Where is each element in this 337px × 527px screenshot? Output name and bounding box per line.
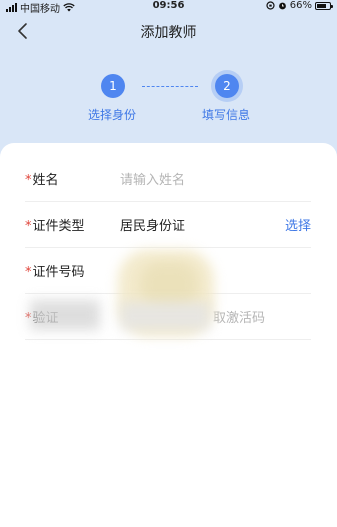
step-connector [142, 86, 198, 87]
page-title: 添加教师 [140, 25, 197, 41]
alarm-icon [278, 2, 286, 10]
id-type-label: *证件类型 [25, 219, 85, 234]
id-type-row[interactable]: *证件类型 居民身份证 选择 [25, 201, 311, 248]
battery-percent: 66% [289, 0, 312, 11]
step-indicator: 1 2 选择身份 填写信息 [0, 74, 337, 134]
required-mark: * [25, 265, 32, 280]
privacy-mask [120, 302, 210, 330]
step-2-circle: 2 [215, 74, 239, 98]
rotation-lock-icon [266, 1, 275, 10]
id-number-label: *证件号码 [25, 265, 85, 280]
name-row: *姓名 请输入姓名 [25, 155, 311, 202]
required-mark: * [25, 219, 32, 234]
battery-icon [315, 1, 333, 10]
name-input[interactable]: 请输入姓名 [120, 169, 185, 188]
id-type-select-button[interactable]: 选择 [285, 215, 311, 234]
status-right: 66% [266, 0, 333, 11]
step-2-label: 填写信息 [202, 108, 251, 122]
id-type-value: 居民身份证 [120, 219, 186, 234]
activation-input[interactable]: 取激活码 [213, 307, 265, 326]
nav-bar: 添加教师 [0, 18, 337, 44]
privacy-mask [30, 300, 100, 330]
step-1-label: 选择身份 [88, 108, 137, 122]
step-1-circle: 1 [101, 74, 125, 98]
name-label: *姓名 [25, 173, 59, 188]
required-mark: * [25, 173, 32, 188]
status-bar: 中国移动 09:56 66% [0, 0, 337, 15]
